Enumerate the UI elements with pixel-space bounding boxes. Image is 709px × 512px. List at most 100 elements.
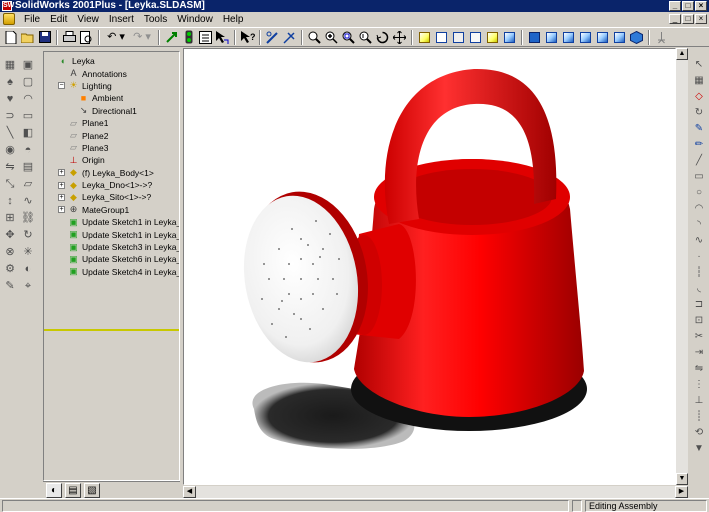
tree-item[interactable]: + ◆ (f) Leyka_Body<1> bbox=[44, 167, 179, 179]
print-preview-icon[interactable] bbox=[79, 30, 94, 45]
mirror-sketch-icon[interactable]: ⇋ bbox=[692, 362, 706, 375]
redo-icon[interactable]: ↷ ▾ bbox=[130, 30, 154, 45]
rebuild-icon[interactable] bbox=[164, 30, 179, 45]
menu-view[interactable]: View bbox=[72, 14, 104, 25]
bottom-view-icon[interactable] bbox=[612, 30, 627, 45]
traffic-light-icon[interactable] bbox=[181, 30, 196, 45]
smart-dimension-icon[interactable] bbox=[282, 30, 297, 45]
close-button[interactable]: × bbox=[695, 1, 707, 11]
graphics-area[interactable] bbox=[183, 48, 676, 485]
mate-icon[interactable]: ⛓ bbox=[21, 211, 35, 225]
convert-entities-icon[interactable]: ⊡ bbox=[692, 314, 706, 327]
doc-minimize-button[interactable]: _ bbox=[669, 14, 681, 24]
configuration-manager-tab-icon[interactable]: ▧ bbox=[84, 482, 100, 498]
minimize-button[interactable]: _ bbox=[669, 1, 681, 11]
rollback-bar[interactable] bbox=[44, 329, 179, 331]
tree-item[interactable]: − ☀ Lighting bbox=[44, 80, 179, 92]
zoom-to-selection-icon[interactable] bbox=[358, 30, 373, 45]
tree-item[interactable]: ▣ Update Sketch1 in Leyka_Sito bbox=[44, 228, 179, 240]
edit-component-icon[interactable]: ✎ bbox=[3, 279, 17, 293]
curve-icon[interactable]: ∿ bbox=[21, 194, 35, 208]
scroll-down-icon[interactable]: ▼ bbox=[676, 473, 688, 485]
arc-icon[interactable]: ◠ bbox=[692, 202, 706, 215]
tree-item[interactable]: A Annotations bbox=[44, 67, 179, 79]
menu-edit[interactable]: Edit bbox=[45, 14, 72, 25]
modify-sketch-icon[interactable]: ⟲ bbox=[692, 426, 706, 439]
perspective-icon[interactable] bbox=[502, 30, 517, 45]
rotate-component-icon[interactable]: ↻ bbox=[21, 228, 35, 242]
revolve-icon[interactable]: ▣ bbox=[21, 58, 35, 72]
new-icon[interactable] bbox=[3, 30, 18, 45]
explode-icon[interactable]: ✳ bbox=[21, 245, 35, 259]
tree-item[interactable]: ⊥ Origin bbox=[44, 154, 179, 166]
select-tool-icon[interactable]: ↖ bbox=[692, 58, 706, 71]
left-view-icon[interactable] bbox=[561, 30, 576, 45]
scroll-left-icon[interactable]: ◀ bbox=[183, 486, 196, 498]
options-icon[interactable] bbox=[198, 30, 213, 45]
mirror-icon[interactable]: ⇋ bbox=[3, 160, 17, 174]
shaded-icon[interactable] bbox=[485, 30, 500, 45]
isometric-view-icon[interactable] bbox=[629, 30, 644, 45]
expand-icon[interactable]: + bbox=[58, 206, 65, 214]
sweep-icon[interactable]: ♠ bbox=[3, 75, 17, 89]
top-view-icon[interactable] bbox=[595, 30, 610, 45]
circle-icon[interactable]: ○ bbox=[692, 186, 706, 199]
shell-icon[interactable]: ▭ bbox=[21, 109, 35, 123]
save-icon[interactable] bbox=[37, 30, 52, 45]
expand-icon[interactable]: + bbox=[58, 193, 65, 201]
rotate-icon[interactable] bbox=[375, 30, 390, 45]
rib-icon[interactable]: ╲ bbox=[3, 126, 17, 140]
vertical-scrollbar[interactable]: ▲ ▼ bbox=[676, 48, 688, 485]
fillet-sketch-icon[interactable]: ◟ bbox=[692, 282, 706, 295]
move-component-icon[interactable]: ✥ bbox=[3, 228, 17, 242]
menu-file[interactable]: File bbox=[19, 14, 45, 25]
tree-item[interactable]: ▣ Update Sketch3 in Leyka_Dno bbox=[44, 241, 179, 253]
tree-item[interactable]: ▣ Update Sketch1 in Leyka_Dno bbox=[44, 216, 179, 228]
construction-geometry-icon[interactable]: ┊ bbox=[692, 410, 706, 423]
smart-fasteners-icon[interactable]: ⚙ bbox=[3, 262, 17, 276]
dome-icon[interactable]: ◓ bbox=[21, 143, 35, 157]
menu-tools[interactable]: Tools bbox=[139, 14, 172, 25]
plane-tool-icon[interactable]: ▱ bbox=[21, 177, 35, 191]
tree-item[interactable]: + ◆ Leyka_Dno<1>->? bbox=[44, 179, 179, 191]
chamfer-icon[interactable]: ⊃ bbox=[3, 109, 17, 123]
tree-item[interactable]: ▱ Plane2 bbox=[44, 129, 179, 141]
doc-restore-button[interactable]: □ bbox=[682, 14, 694, 24]
redo-sketch-icon[interactable]: ↻ bbox=[692, 106, 706, 119]
tree-item[interactable]: ▱ Plane3 bbox=[44, 142, 179, 154]
extend-icon[interactable]: ⇥ bbox=[692, 346, 706, 359]
eraser-icon[interactable]: ◇ bbox=[692, 90, 706, 103]
grid-icon[interactable]: ▦ bbox=[692, 74, 706, 87]
zoom-in-icon[interactable] bbox=[324, 30, 339, 45]
horizontal-scrollbar[interactable]: ◀ ▶ bbox=[183, 485, 688, 498]
print-icon[interactable] bbox=[62, 30, 77, 45]
fillet-icon[interactable]: ◠ bbox=[21, 92, 35, 106]
open-icon[interactable] bbox=[20, 30, 35, 45]
tree-item[interactable]: ◐ Leyka bbox=[44, 55, 179, 67]
doc-close-button[interactable]: × bbox=[695, 14, 707, 24]
point-icon[interactable]: · bbox=[692, 250, 706, 263]
scroll-right-icon[interactable]: ▶ bbox=[675, 486, 688, 498]
back-view-icon[interactable] bbox=[544, 30, 559, 45]
loft-icon[interactable]: ▢ bbox=[21, 75, 35, 89]
linear-pattern-icon[interactable]: ⋮ bbox=[692, 378, 706, 391]
watering-can-model[interactable] bbox=[184, 49, 676, 485]
right-view-icon[interactable] bbox=[578, 30, 593, 45]
hide-show-icon[interactable]: ◐ bbox=[21, 262, 35, 276]
cut-icon[interactable]: ♥ bbox=[3, 92, 17, 106]
property-manager-tab-icon[interactable]: ▤ bbox=[65, 482, 81, 498]
document-icon[interactable] bbox=[3, 13, 15, 25]
select-icon[interactable] bbox=[215, 30, 230, 45]
expand-icon[interactable]: + bbox=[58, 181, 65, 189]
pattern-icon[interactable]: ▤ bbox=[21, 160, 35, 174]
sketch-icon[interactable] bbox=[265, 30, 280, 45]
scroll-more-icon[interactable]: ▼ bbox=[692, 442, 706, 455]
zoom-area-icon[interactable] bbox=[341, 30, 356, 45]
normal-to-icon[interactable] bbox=[654, 30, 669, 45]
insert-component-icon[interactable]: ⊞ bbox=[3, 211, 17, 225]
menu-insert[interactable]: Insert bbox=[104, 14, 139, 25]
maximize-button[interactable]: □ bbox=[682, 1, 694, 11]
wireframe-icon[interactable] bbox=[434, 30, 449, 45]
tree-item[interactable]: ■ Ambient bbox=[44, 92, 179, 104]
menu-help[interactable]: Help bbox=[218, 14, 249, 25]
